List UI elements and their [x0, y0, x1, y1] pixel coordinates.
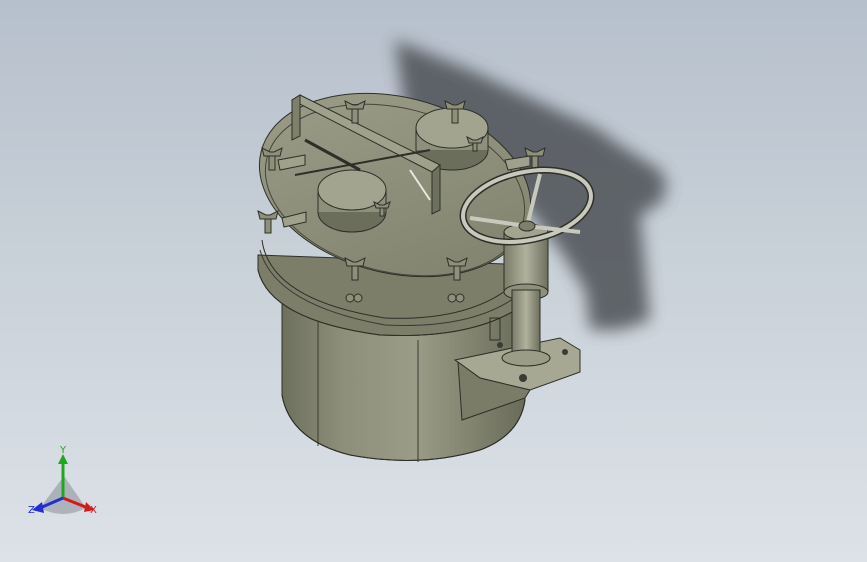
pressure-tank-model[interactable]: [0, 0, 867, 562]
orientation-triad[interactable]: Y X Z: [22, 446, 112, 526]
x-axis-arrow: [84, 502, 94, 512]
y-axis-arrow: [58, 454, 68, 464]
z-axis-arrow: [32, 502, 44, 513]
graphics-viewport[interactable]: Y X Z: [0, 0, 867, 562]
triad-svg: [32, 454, 94, 514]
manhole-left: [317, 169, 387, 233]
